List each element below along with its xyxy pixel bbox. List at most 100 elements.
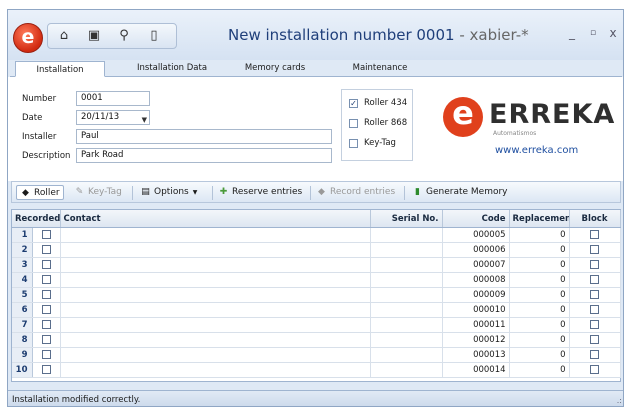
code-cell[interactable]: 000013: [442, 347, 510, 363]
roller-button[interactable]: ◆ Roller: [16, 185, 64, 200]
key-tag-button[interactable]: ✎ Key-Tag: [74, 185, 122, 200]
code-cell[interactable]: 000011: [442, 317, 510, 333]
col-code[interactable]: Code: [442, 210, 510, 228]
replacement-cell[interactable]: 0: [509, 317, 570, 333]
block-checkbox[interactable]: [590, 305, 600, 314]
table-row[interactable]: 2 000006 0: [12, 242, 621, 258]
col-block[interactable]: Block: [569, 210, 621, 228]
replacement-cell[interactable]: 0: [509, 362, 570, 378]
block-checkbox[interactable]: [590, 365, 600, 374]
contact-cell[interactable]: [60, 332, 371, 348]
block-cell[interactable]: [569, 317, 621, 333]
code-cell[interactable]: 000005: [442, 227, 510, 243]
block-checkbox[interactable]: [590, 275, 600, 284]
replacement-cell[interactable]: 0: [509, 302, 570, 318]
recorded-cell[interactable]: [32, 362, 61, 378]
tab-installation-data[interactable]: Installation Data: [122, 60, 222, 76]
maximize-button[interactable]: ▫: [586, 28, 600, 38]
replacement-cell[interactable]: 0: [509, 257, 570, 273]
tab-maintenance[interactable]: Maintenance: [335, 60, 425, 76]
row-number[interactable]: 4: [12, 272, 33, 288]
code-cell[interactable]: 000007: [442, 257, 510, 273]
block-checkbox[interactable]: [590, 230, 600, 239]
serial-cell[interactable]: [370, 302, 443, 318]
contact-cell[interactable]: [60, 302, 371, 318]
col-recorded[interactable]: Recorded: [12, 210, 61, 228]
recorded-checkbox[interactable]: [41, 245, 51, 254]
recorded-checkbox[interactable]: [41, 305, 51, 314]
tab-installation[interactable]: Installation: [15, 61, 105, 77]
table-row[interactable]: 10 000014 0: [12, 362, 621, 378]
resize-grip-icon[interactable]: .:: [617, 396, 622, 405]
recorded-checkbox[interactable]: [41, 320, 51, 329]
block-checkbox[interactable]: [590, 260, 600, 269]
recorded-cell[interactable]: [32, 332, 61, 348]
reserve-entries-button[interactable]: ✚ Reserve entries: [218, 185, 303, 200]
block-checkbox[interactable]: [590, 245, 600, 254]
serial-cell[interactable]: [370, 317, 443, 333]
row-number[interactable]: 2: [12, 242, 33, 258]
row-number[interactable]: 10: [12, 362, 33, 378]
options-dropdown[interactable]: ▤ Options ▼: [140, 185, 197, 200]
serial-cell[interactable]: [370, 257, 443, 273]
replacement-cell[interactable]: 0: [509, 287, 570, 303]
roller-868-checkbox[interactable]: [349, 119, 358, 128]
row-number[interactable]: 6: [12, 302, 33, 318]
recorded-cell[interactable]: [32, 317, 61, 333]
recorded-checkbox[interactable]: [41, 365, 51, 374]
block-cell[interactable]: [569, 362, 621, 378]
block-cell[interactable]: [569, 227, 621, 243]
code-cell[interactable]: 000010: [442, 302, 510, 318]
table-row[interactable]: 6 000010 0: [12, 302, 621, 318]
description-field[interactable]: Park Road: [76, 148, 332, 163]
block-checkbox[interactable]: [590, 335, 600, 344]
table-row[interactable]: 5 000009 0: [12, 287, 621, 303]
code-cell[interactable]: 000009: [442, 287, 510, 303]
device-icon[interactable]: ▯: [144, 27, 164, 45]
row-number[interactable]: 7: [12, 317, 33, 333]
contact-cell[interactable]: [60, 347, 371, 363]
recorded-cell[interactable]: [32, 302, 61, 318]
app-menu-button[interactable]: e: [13, 23, 43, 53]
replacement-cell[interactable]: 0: [509, 347, 570, 363]
contact-cell[interactable]: [60, 287, 371, 303]
code-cell[interactable]: 000014: [442, 362, 510, 378]
serial-cell[interactable]: [370, 287, 443, 303]
block-cell[interactable]: [569, 287, 621, 303]
block-cell[interactable]: [569, 272, 621, 288]
row-number[interactable]: 3: [12, 257, 33, 273]
recorded-checkbox[interactable]: [41, 350, 51, 359]
record-entries-button[interactable]: ◆ Record entries: [316, 185, 395, 200]
replacement-cell[interactable]: 0: [509, 242, 570, 258]
key-tag-checkbox[interactable]: [349, 139, 358, 148]
block-checkbox[interactable]: [590, 290, 600, 299]
table-row[interactable]: 4 000008 0: [12, 272, 621, 288]
serial-cell[interactable]: [370, 227, 443, 243]
block-checkbox[interactable]: [590, 320, 600, 329]
code-cell[interactable]: 000012: [442, 332, 510, 348]
search-icon[interactable]: ⚲: [114, 27, 134, 45]
recorded-cell[interactable]: [32, 272, 61, 288]
col-serial-no[interactable]: Serial No.: [370, 210, 443, 228]
col-contact[interactable]: Contact: [60, 210, 371, 228]
date-field[interactable]: 20/11/13 ▼: [76, 110, 150, 125]
roller-434-checkbox[interactable]: ✓: [349, 99, 358, 108]
table-row[interactable]: 7 000011 0: [12, 317, 621, 333]
block-checkbox[interactable]: [590, 350, 600, 359]
close-button[interactable]: x: [606, 26, 620, 40]
serial-cell[interactable]: [370, 242, 443, 258]
serial-cell[interactable]: [370, 347, 443, 363]
recorded-cell[interactable]: [32, 242, 61, 258]
number-field[interactable]: 0001: [76, 91, 150, 106]
recorded-checkbox[interactable]: [41, 275, 51, 284]
table-row[interactable]: 3 000007 0: [12, 257, 621, 273]
code-cell[interactable]: 000006: [442, 242, 510, 258]
serial-cell[interactable]: [370, 272, 443, 288]
row-number[interactable]: 8: [12, 332, 33, 348]
table-row[interactable]: 8 000012 0: [12, 332, 621, 348]
table-row[interactable]: 9 000013 0: [12, 347, 621, 363]
block-cell[interactable]: [569, 302, 621, 318]
installer-field[interactable]: Paul: [76, 129, 332, 144]
row-number[interactable]: 1: [12, 227, 33, 243]
recorded-checkbox[interactable]: [41, 260, 51, 269]
